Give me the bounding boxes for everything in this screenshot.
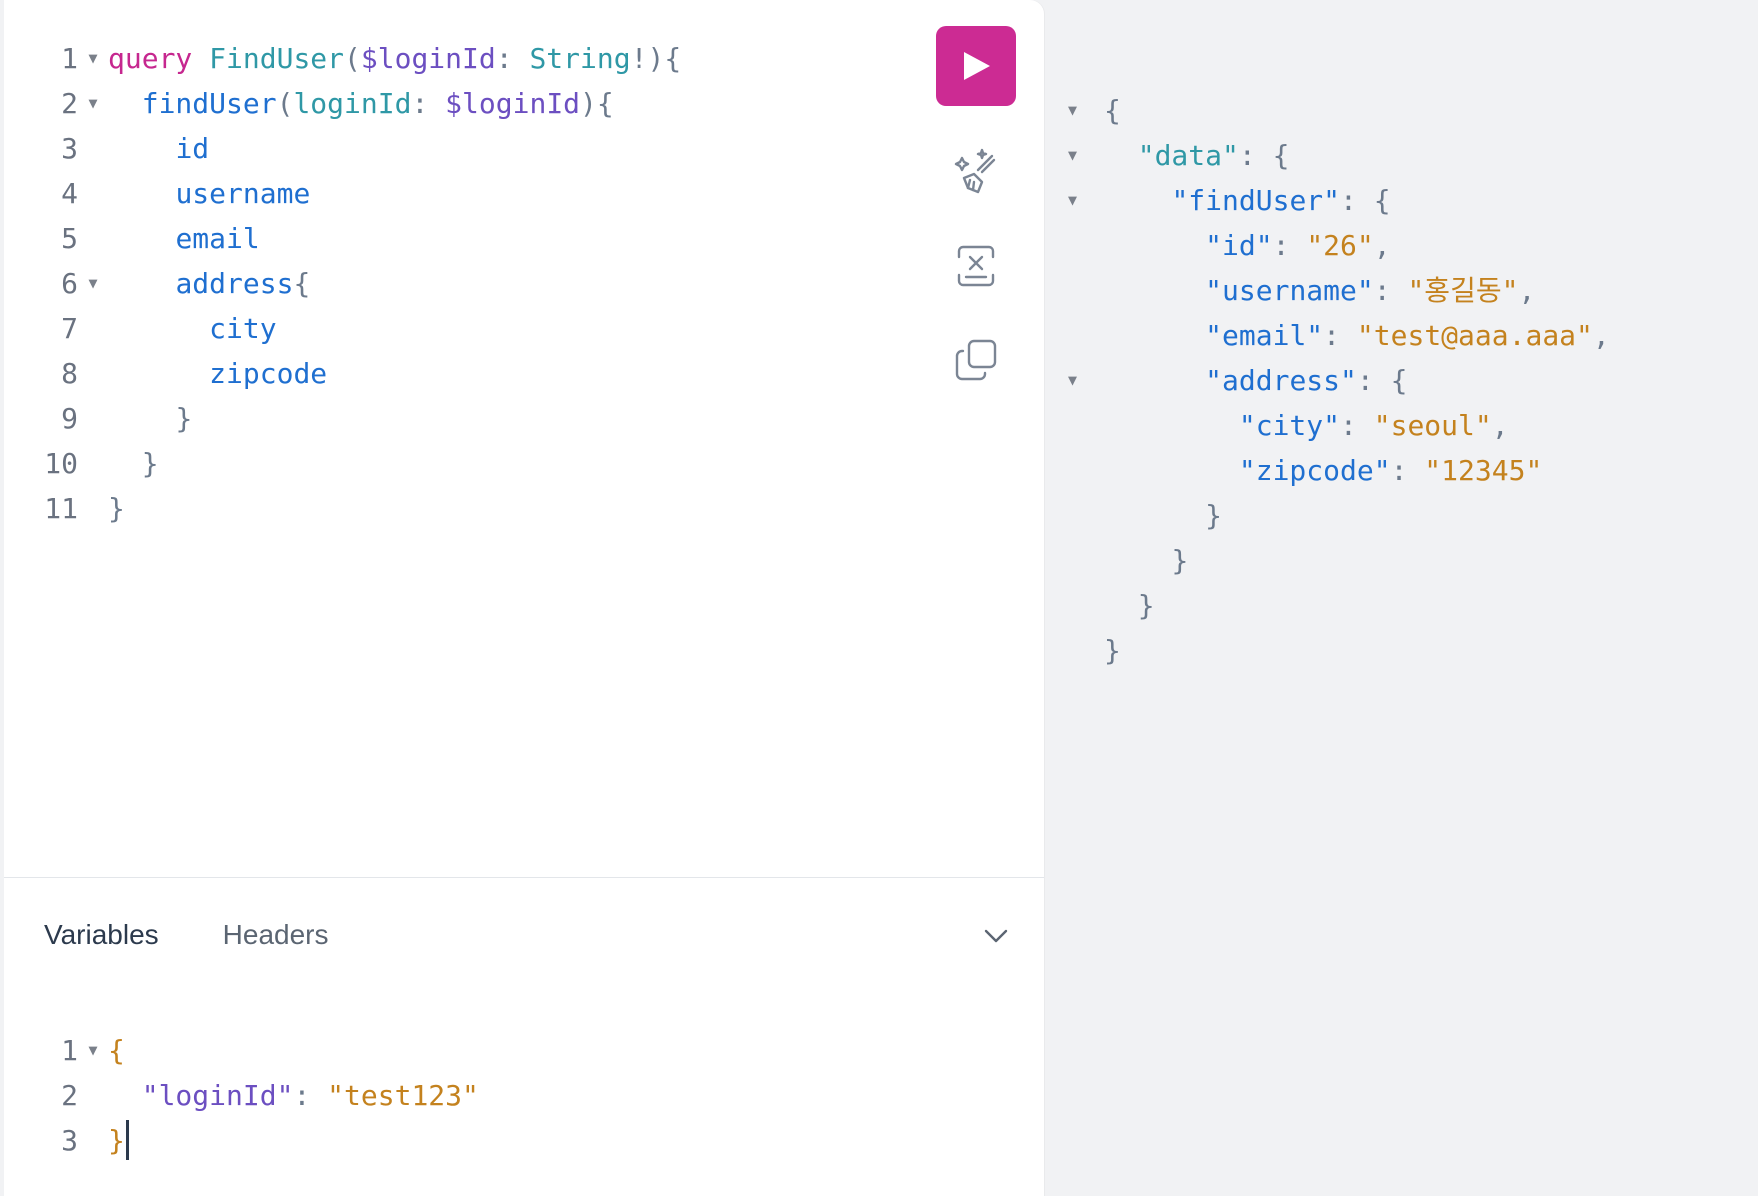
result-line: } <box>1171 544 1189 577</box>
json-key: "id" <box>1205 229 1273 262</box>
line-number: 10 <box>44 447 78 480</box>
json-key: "username" <box>1205 274 1374 307</box>
line-number: 11 <box>44 492 78 525</box>
result-line: ▼ "address": { <box>1068 358 1610 403</box>
code-line: 1 ▼{ <box>4 1028 479 1073</box>
result-line: "city": "seoul", <box>1238 409 1509 442</box>
field: city <box>209 312 277 345</box>
tab-headers[interactable]: Headers <box>223 919 329 951</box>
query-editor-panel: 1 ▼ query FindUser($loginId: String!){ 2 ▼ … <box>4 0 1044 1196</box>
result-viewer[interactable]: ▼{ ▼ "data": { ▼ "findUser": { "id": "26… <box>1068 88 1610 673</box>
text-cursor <box>125 1120 129 1160</box>
code-line: 3} <box>4 1118 479 1163</box>
result-line: } <box>1104 634 1121 667</box>
line-number: 5 <box>61 222 78 255</box>
field: zipcode <box>209 357 328 390</box>
chevron-down-icon <box>984 929 1008 943</box>
fold-arrow-icon[interactable]: ▼ <box>1068 88 1104 133</box>
play-icon <box>964 52 990 80</box>
panel-divider[interactable] <box>4 877 1044 878</box>
line-number: 8 <box>61 357 78 390</box>
code-line: 4 username <box>4 171 681 216</box>
fold-arrow-icon[interactable]: ▼ <box>1068 178 1104 223</box>
code-line: 1 ▼ query FindUser($loginId: String!){ <box>4 36 681 81</box>
line-number: 9 <box>61 402 78 435</box>
json-key: "zipcode" <box>1238 454 1391 487</box>
line-number: 2 <box>61 87 78 120</box>
query-editor[interactable]: 1 ▼ query FindUser($loginId: String!){ 2 ▼ … <box>4 36 681 531</box>
line-number: 1 <box>61 42 78 75</box>
type-name: String <box>529 42 631 75</box>
line-number: 1 <box>61 1034 78 1067</box>
field: email <box>175 222 260 255</box>
code-line: 5 email <box>4 216 681 261</box>
collapse-panel-button[interactable] <box>976 916 1016 956</box>
field: address <box>175 267 294 300</box>
variables-editor[interactable]: 1 ▼{ 2 "loginId": "test123" 3} <box>4 1028 479 1163</box>
fold-arrow-icon[interactable]: ▼ <box>78 1028 108 1073</box>
result-line: "id": "26", <box>1205 229 1391 262</box>
json-value: "test123" <box>327 1079 479 1112</box>
result-line: ▼{ <box>1068 88 1610 133</box>
fold-arrow-icon[interactable]: ▼ <box>78 81 108 126</box>
line-number: 6 <box>61 267 78 300</box>
code-line: 3 id <box>4 126 681 171</box>
json-value: "seoul" <box>1373 409 1492 442</box>
operation-name: FindUser <box>209 42 345 75</box>
variable: $loginId <box>360 42 496 75</box>
code-line: 6 ▼ address{ <box>4 261 681 306</box>
json-key: "address" <box>1205 364 1357 397</box>
result-line: ▼ "data": { <box>1068 133 1610 178</box>
fold-arrow-icon[interactable]: ▼ <box>1068 133 1104 178</box>
json-value: "test@aaa.aaa" <box>1356 319 1593 352</box>
copy-icon <box>955 339 997 381</box>
variable: $loginId <box>445 87 581 120</box>
result-line: "email": "test@aaa.aaa", <box>1205 319 1610 352</box>
json-value: "26" <box>1306 229 1374 262</box>
result-line: } <box>1205 499 1223 532</box>
code-line: 7 city <box>4 306 681 351</box>
run-query-button[interactable] <box>936 26 1016 106</box>
line-number: 2 <box>61 1079 78 1112</box>
json-key: "city" <box>1238 409 1341 442</box>
json-key: "findUser" <box>1171 184 1341 217</box>
field: username <box>175 177 311 210</box>
json-key: "email" <box>1205 319 1324 352</box>
magic-wand-icon <box>954 148 996 194</box>
tab-variables[interactable]: Variables <box>44 919 159 951</box>
result-line: ▼ "findUser": { <box>1068 178 1610 223</box>
code-line: 9 } <box>4 396 681 441</box>
result-line: "username": "홍길동", <box>1205 274 1536 307</box>
keyword: query <box>108 42 193 75</box>
json-key: "loginId" <box>141 1079 294 1112</box>
fold-arrow-icon[interactable]: ▼ <box>78 36 108 81</box>
line-number: 3 <box>61 1124 78 1157</box>
code-line: 11} <box>4 486 681 531</box>
argument: loginId <box>293 87 412 120</box>
result-line: "zipcode": "12345" <box>1238 454 1543 487</box>
prettify-button[interactable] <box>936 144 1016 200</box>
code-line: 2 ▼ findUser(loginId: $loginId){ <box>4 81 681 126</box>
line-number: 3 <box>61 132 78 165</box>
merge-fragments-button[interactable] <box>936 238 1016 294</box>
json-key: "data" <box>1137 139 1239 172</box>
merge-fragments-icon <box>957 245 995 287</box>
field: findUser <box>141 87 277 120</box>
result-line: } <box>1137 589 1155 622</box>
fold-arrow-icon[interactable]: ▼ <box>1068 358 1104 403</box>
code-line: 2 "loginId": "test123" <box>4 1073 479 1118</box>
line-number: 7 <box>61 312 78 345</box>
field: id <box>175 132 210 165</box>
bottom-panel-tabs: Variables Headers <box>44 900 329 970</box>
line-number: 4 <box>61 177 78 210</box>
json-value: "12345" <box>1424 454 1543 487</box>
copy-query-button[interactable] <box>936 332 1016 388</box>
editor-toolbar <box>936 26 1016 388</box>
code-line: 8 zipcode <box>4 351 681 396</box>
json-value: "홍길동" <box>1407 274 1519 307</box>
code-line: 10 } <box>4 441 681 486</box>
fold-arrow-icon[interactable]: ▼ <box>78 261 108 306</box>
